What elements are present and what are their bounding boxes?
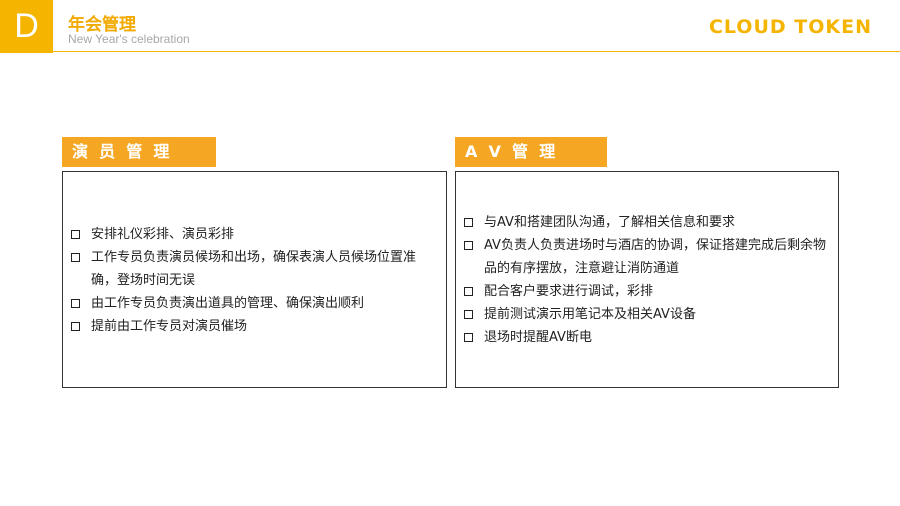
section-badge: D bbox=[0, 0, 53, 53]
av-panel: 与AV和搭建团队沟通，了解相关信息和要求 AV负责人负责进场时与酒店的协调，保证… bbox=[455, 171, 839, 388]
square-bullet-icon bbox=[464, 310, 473, 319]
square-bullet-icon bbox=[71, 230, 80, 239]
section-label-av: A V 管 理 bbox=[455, 137, 607, 167]
section-label-performers: 演 员 管 理 bbox=[62, 137, 216, 167]
square-bullet-icon bbox=[464, 241, 473, 250]
list-item: 与AV和搭建团队沟通，了解相关信息和要求 bbox=[464, 211, 832, 234]
list-item: 安排礼仪彩排、演员彩排 bbox=[71, 223, 439, 246]
square-bullet-icon bbox=[464, 333, 473, 342]
page-subtitle: New Year's celebration bbox=[68, 32, 190, 46]
performers-panel: 安排礼仪彩排、演员彩排 工作专员负责演员候场和出场，确保表演人员候场位置准确，登… bbox=[62, 171, 447, 388]
brand-logo-text: CLOUD TOKEN bbox=[708, 16, 872, 38]
list-item: 退场时提醒AV断电 bbox=[464, 326, 832, 349]
list-item: 提前由工作专员对演员催场 bbox=[71, 315, 439, 338]
list-item: AV负责人负责进场时与酒店的协调，保证搭建完成后剩余物品的有序摆放，注意避让消防… bbox=[464, 234, 832, 280]
list-item: 工作专员负责演员候场和出场，确保表演人员候场位置准确，登场时间无误 bbox=[71, 246, 439, 292]
list-item: 配合客户要求进行调试，彩排 bbox=[464, 280, 832, 303]
header-divider bbox=[53, 51, 900, 52]
square-bullet-icon bbox=[464, 287, 473, 296]
square-bullet-icon bbox=[71, 299, 80, 308]
list-item: 提前测试演示用笔记本及相关AV设备 bbox=[464, 303, 832, 326]
square-bullet-icon bbox=[71, 322, 80, 331]
av-list: 与AV和搭建团队沟通，了解相关信息和要求 AV负责人负责进场时与酒店的协调，保证… bbox=[464, 211, 832, 349]
square-bullet-icon bbox=[464, 218, 473, 227]
list-item: 由工作专员负责演出道具的管理、确保演出顺利 bbox=[71, 292, 439, 315]
performers-list: 安排礼仪彩排、演员彩排 工作专员负责演员候场和出场，确保表演人员候场位置准确，登… bbox=[71, 223, 439, 338]
square-bullet-icon bbox=[71, 253, 80, 262]
